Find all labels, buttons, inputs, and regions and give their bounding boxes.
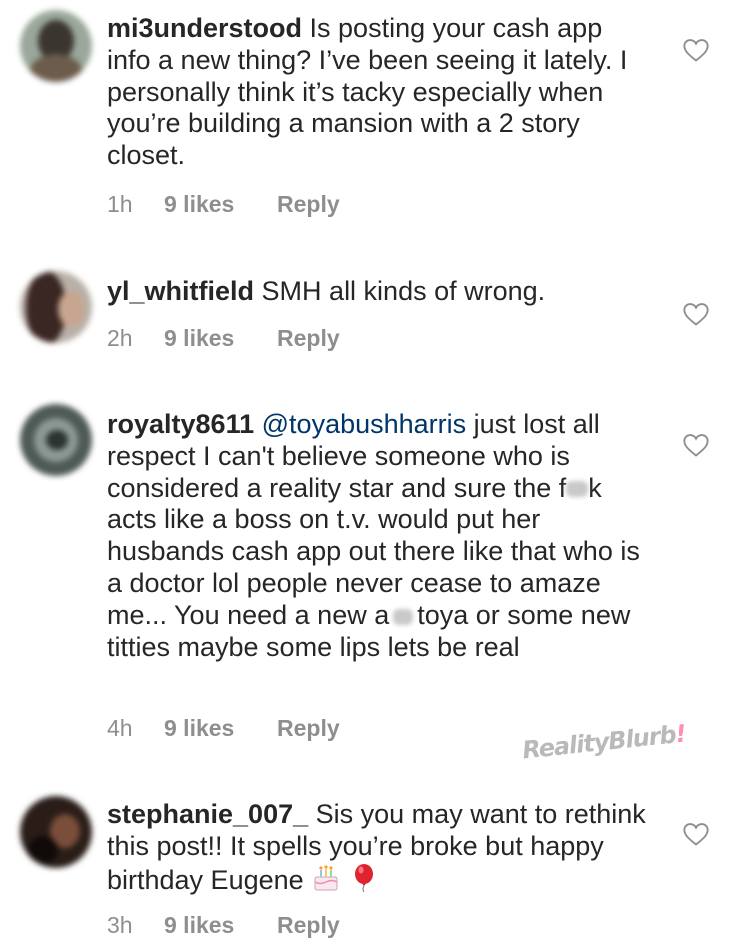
comment-username[interactable]: yl_whitfield — [107, 276, 254, 306]
watermark-logo: RealityBlurb! — [521, 720, 687, 765]
avatar[interactable] — [20, 10, 92, 82]
comment-text: SMH all kinds of wrong. — [261, 276, 546, 306]
red-balloon-icon — [354, 863, 373, 892]
comment-likes[interactable]: 9 likes — [164, 912, 277, 939]
reply-button[interactable]: Reply — [277, 912, 340, 939]
comment-body: royalty8611 @toyabushharris just lost al… — [107, 409, 652, 663]
comment-username[interactable]: royalty8611 — [107, 409, 254, 439]
comment-time: 2h — [107, 325, 133, 351]
censor-blur — [566, 481, 589, 498]
reply-button[interactable]: Reply — [277, 715, 340, 742]
comment-username[interactable]: mi3understood — [107, 13, 302, 43]
comment-meta: 1h 9 likes Reply — [107, 191, 340, 218]
comment-likes[interactable]: 9 likes — [164, 191, 277, 218]
comment-body: mi3understood Is posting your cash app i… — [107, 13, 652, 172]
heart-outline-icon[interactable] — [682, 431, 710, 459]
comment-username[interactable]: stephanie_007_ — [107, 799, 308, 829]
comment-meta: 3h 9 likes Reply — [107, 912, 340, 939]
comment-time: 4h — [107, 715, 133, 741]
comment-body: yl_whitfield SMH all kinds of wrong. — [107, 276, 652, 308]
censor-blur — [393, 608, 414, 625]
heart-outline-icon[interactable] — [682, 820, 710, 848]
avatar[interactable] — [20, 271, 92, 343]
comment-meta: 4h 9 likes Reply — [107, 715, 340, 742]
comment-meta: 2h 9 likes Reply — [107, 325, 340, 352]
comment-time: 1h — [107, 191, 133, 217]
comment-time: 3h — [107, 912, 133, 938]
watermark-mark: ! — [674, 719, 687, 749]
comment-body: stephanie_007_ Sis you may want to rethi… — [107, 799, 652, 896]
comment-likes[interactable]: 9 likes — [164, 325, 277, 352]
avatar[interactable] — [20, 404, 92, 476]
comment-likes[interactable]: 9 likes — [164, 715, 277, 742]
avatar[interactable] — [20, 796, 92, 868]
birthday-cake-icon — [314, 864, 338, 891]
watermark-brand: RealityBlurb — [520, 720, 678, 765]
heart-outline-icon[interactable] — [682, 300, 710, 328]
heart-outline-icon[interactable] — [682, 36, 710, 64]
comment-mention[interactable]: @toyabushharris — [262, 409, 467, 439]
reply-button[interactable]: Reply — [277, 191, 340, 218]
reply-button[interactable]: Reply — [277, 325, 340, 352]
